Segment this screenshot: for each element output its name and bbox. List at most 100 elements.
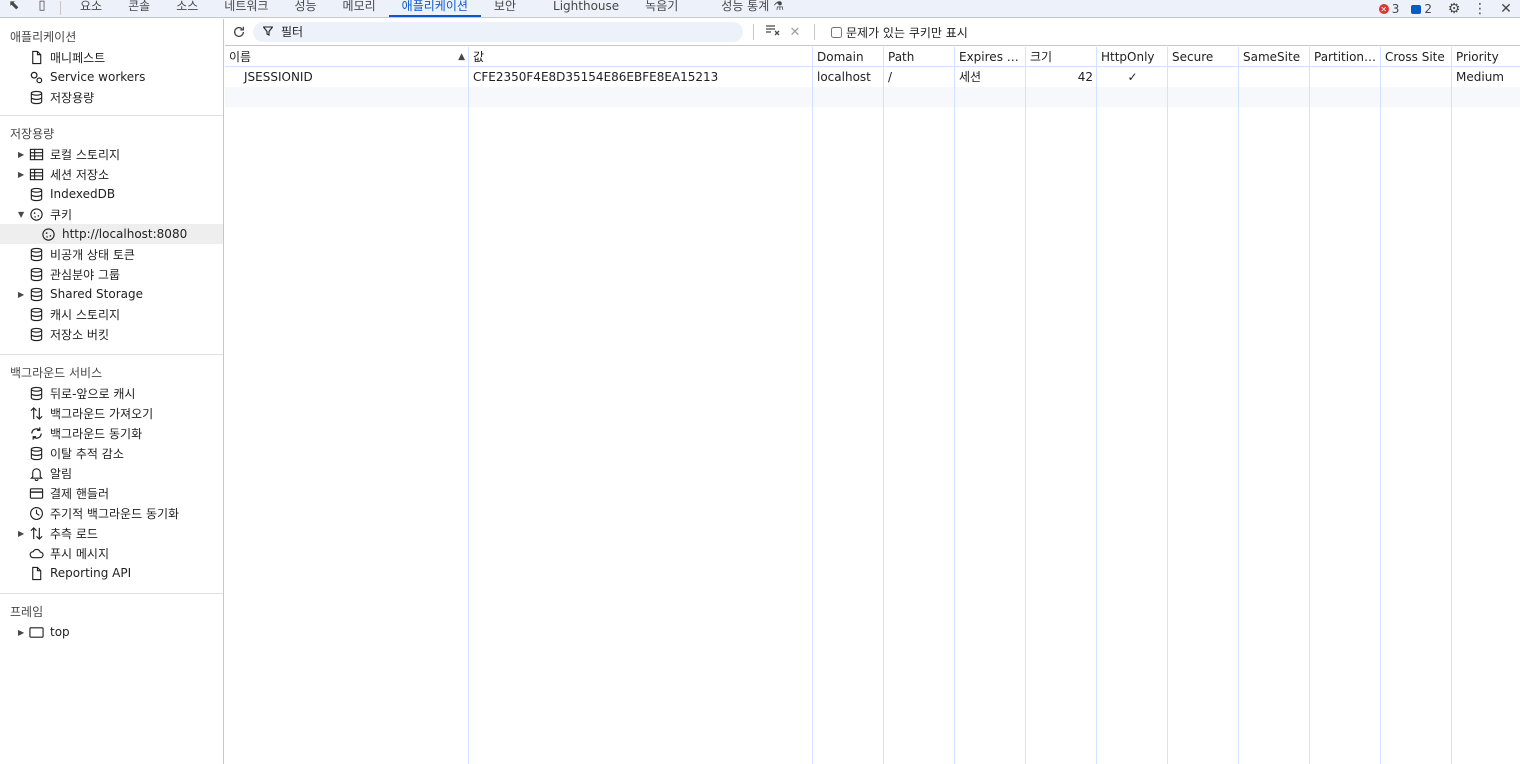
sidebar-item-cookie-origin[interactable]: http://localhost:8080 — [0, 224, 223, 244]
sidebar-item-label: IndexedDB — [50, 187, 116, 201]
sidebar-item-local-storage[interactable]: ▶ 로컬 스토리지 — [0, 144, 223, 164]
cookies-panel: ✕ 문제가 있는 쿠키만 표시 이름 ▲ 값 Domain Path Expir… — [225, 19, 1520, 764]
error-icon: ✕ — [1378, 4, 1389, 14]
sidebar-item-private-state-tokens[interactable]: 비공개 상태 토큰 — [0, 244, 223, 264]
filter-box[interactable] — [253, 22, 743, 42]
column-divider[interactable] — [883, 47, 884, 764]
tab-security[interactable]: 보안 — [481, 0, 529, 17]
inspect-element-icon[interactable]: ⬉ — [0, 0, 28, 17]
device-toolbar-icon[interactable]: ▯ — [28, 0, 56, 17]
sidebar-item-push-messaging[interactable]: 푸시 메시지 — [0, 543, 223, 563]
sidebar-item-indexeddb[interactable]: IndexedDB — [0, 184, 223, 204]
tab-performance-insights[interactable]: 성능 통계 ⚗ — [691, 0, 797, 17]
up-down-arrows-icon — [28, 525, 44, 541]
sidebar-item-background-fetch[interactable]: 백그라운드 가져오기 — [0, 403, 223, 423]
tabbar-right-controls: ✕ 3 2 ⚙ ⋮ ✕ — [1378, 0, 1520, 17]
message-badge[interactable]: 2 — [1411, 2, 1432, 16]
column-header-path[interactable]: Path — [884, 47, 955, 67]
column-divider[interactable] — [468, 47, 469, 764]
expand-arrow-icon[interactable]: ▶ — [18, 628, 28, 637]
tab-performance-insights-label: 성능 통계 — [721, 0, 770, 13]
expand-arrow-icon[interactable]: ▶ — [18, 290, 28, 299]
sidebar-item-session-storage[interactable]: ▶ 세션 저장소 — [0, 164, 223, 184]
clear-all-cookies-icon[interactable] — [762, 24, 784, 40]
column-header-expires[interactable]: Expires / ... — [955, 47, 1026, 67]
delete-selected-icon[interactable]: ✕ — [784, 25, 806, 40]
sidebar-item-reporting-api[interactable]: Reporting API — [0, 563, 223, 583]
column-header-httponly[interactable]: HttpOnly — [1097, 47, 1168, 67]
column-header-value[interactable]: 값 — [469, 47, 813, 67]
column-divider[interactable] — [1238, 47, 1239, 764]
tab-memory[interactable]: 메모리 — [330, 0, 389, 17]
only-issues-checkbox[interactable] — [831, 26, 842, 38]
sidebar-item-service-workers[interactable]: Service workers — [0, 67, 223, 87]
gear-icon[interactable]: ⚙ — [1444, 1, 1464, 17]
file-icon — [28, 49, 44, 65]
column-header-priority[interactable]: Priority — [1452, 47, 1520, 67]
column-divider[interactable] — [1309, 47, 1310, 764]
sidebar-item-bounce-tracking[interactable]: 이탈 추적 감소 — [0, 443, 223, 463]
expand-arrow-icon[interactable]: ▶ — [18, 150, 28, 159]
column-divider[interactable] — [1167, 47, 1168, 764]
sidebar-item-bfcache[interactable]: 뒤로-앞으로 캐시 — [0, 383, 223, 403]
column-header-samesite[interactable]: SameSite — [1239, 47, 1310, 67]
refresh-icon[interactable] — [225, 25, 253, 39]
column-divider[interactable] — [1096, 47, 1097, 764]
tab-network[interactable]: 네트워크 — [211, 0, 281, 17]
sidebar-item-cache-storage[interactable]: 캐시 스토리지 — [0, 304, 223, 324]
expand-arrow-icon[interactable]: ▶ — [18, 170, 28, 179]
column-header-name[interactable]: 이름 ▲ — [225, 47, 469, 67]
sync-icon — [28, 425, 44, 441]
only-issues-toggle[interactable]: 문제가 있는 쿠키만 표시 — [831, 24, 968, 41]
close-icon[interactable]: ✕ — [1496, 1, 1516, 17]
sidebar-item-background-sync[interactable]: 백그라운드 동기화 — [0, 423, 223, 443]
sidebar-item-interest-groups[interactable]: 관심분야 그룹 — [0, 264, 223, 284]
table-header-row: 이름 ▲ 값 Domain Path Expires / ... 크기 Http… — [225, 47, 1520, 67]
cloud-icon — [28, 545, 44, 561]
cell-partition-key — [1310, 67, 1381, 87]
table-row[interactable]: JSESSIONID CFE2350F4E8D35154E86EBFE8EA15… — [225, 67, 1520, 87]
expand-arrow-icon[interactable]: ▶ — [18, 529, 28, 538]
sidebar-item-storage[interactable]: 저장용량 — [0, 87, 223, 107]
sidebar-item-label: 저장소 버킷 — [50, 327, 110, 342]
sidebar-item-manifest[interactable]: 매니페스트 — [0, 47, 223, 67]
tab-lighthouse[interactable]: Lighthouse — [529, 0, 632, 17]
collapse-arrow-icon[interactable]: ▼ — [18, 210, 28, 219]
tab-performance[interactable]: 성능 — [281, 0, 329, 17]
sidebar-item-shared-storage[interactable]: ▶ Shared Storage — [0, 284, 223, 304]
cell-httponly: ✓ — [1127, 70, 1138, 84]
sidebar-item-payment-handler[interactable]: 결제 핸들러 — [0, 483, 223, 503]
column-header-partition-key[interactable]: Partition ... — [1310, 47, 1381, 67]
cookie-icon — [40, 226, 56, 242]
tab-recorder[interactable]: 녹음기 — [632, 0, 691, 17]
column-divider[interactable] — [954, 47, 955, 764]
column-header-label: 이름 — [229, 50, 252, 64]
file-icon — [28, 565, 44, 581]
column-header-domain[interactable]: Domain — [813, 47, 884, 67]
sidebar-item-notifications[interactable]: 알림 — [0, 463, 223, 483]
column-header-size[interactable]: 크기 — [1026, 47, 1097, 67]
tab-sources[interactable]: 소스 — [163, 0, 211, 17]
column-header-secure[interactable]: Secure — [1168, 47, 1239, 67]
tab-elements[interactable]: 요소 — [67, 0, 115, 17]
database-icon — [28, 89, 44, 105]
column-divider[interactable] — [812, 47, 813, 764]
tab-application[interactable]: 애플리케이션 — [388, 0, 482, 17]
sidebar-item-label: 푸시 메시지 — [50, 546, 110, 561]
tab-console[interactable]: 콘솔 — [115, 0, 163, 17]
column-header-cross-site[interactable]: Cross Site — [1381, 47, 1452, 67]
sidebar-item-frame-top[interactable]: ▶ top — [0, 622, 223, 642]
more-options-icon[interactable]: ⋮ — [1470, 1, 1490, 17]
sidebar-item-speculative-loads[interactable]: ▶ 추측 로드 — [0, 523, 223, 543]
column-divider[interactable] — [1380, 47, 1381, 764]
sidebar-item-periodic-sync[interactable]: 주기적 백그라운드 동기화 — [0, 503, 223, 523]
column-divider[interactable] — [1025, 47, 1026, 764]
table-empty-row[interactable] — [225, 87, 1520, 107]
sidebar-item-label: Reporting API — [50, 566, 132, 580]
sidebar-item-cookies[interactable]: ▼ 쿠키 — [0, 204, 223, 224]
sidebar-item-storage-buckets[interactable]: 저장소 버킷 — [0, 324, 223, 344]
sidebar-item-label: 주기적 백그라운드 동기화 — [50, 506, 180, 521]
error-badge[interactable]: ✕ 3 — [1378, 2, 1399, 16]
column-divider[interactable] — [1451, 47, 1452, 764]
filter-input[interactable] — [279, 24, 719, 40]
